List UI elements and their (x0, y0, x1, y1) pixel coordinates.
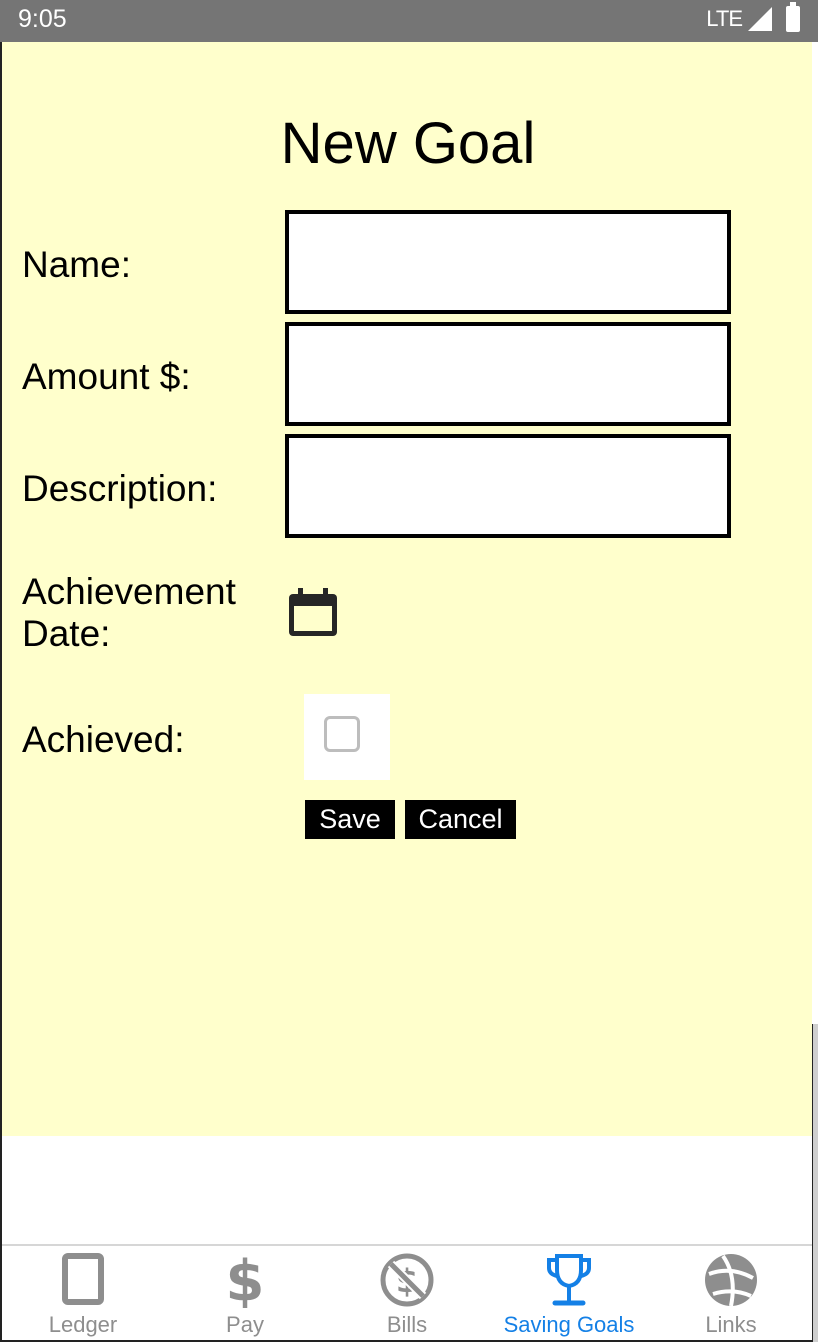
tab-saving-goals[interactable]: Saving Goals (488, 1246, 650, 1342)
name-input[interactable] (285, 210, 731, 314)
window-edge (812, 1024, 818, 1342)
tab-label: Ledger (48, 1312, 118, 1337)
cancel-button[interactable]: Cancel (405, 800, 516, 839)
tab-ledger[interactable]: Ledger (2, 1246, 164, 1342)
amount-input[interactable] (285, 322, 731, 426)
achievement-date-label-line2: Date: (22, 613, 111, 654)
amount-label: Amount $: (22, 356, 191, 397)
tab-label: Pay (226, 1312, 264, 1337)
trophy-icon (547, 1254, 591, 1306)
tab-pay[interactable]: $ Pay (164, 1246, 326, 1342)
achieved-checkbox-area[interactable] (304, 694, 390, 780)
signal-icon (748, 7, 772, 31)
tab-links[interactable]: Links (650, 1246, 812, 1342)
description-label: Description: (22, 468, 218, 509)
tab-label: Links (705, 1312, 757, 1337)
achievement-date-label-line1: Achievement (22, 571, 236, 612)
dollar-icon: $ (226, 1252, 265, 1308)
page-title: New Goal (280, 111, 536, 176)
bottom-tab-bar: Ledger $ Pay $ Bills Saving Goals (2, 1244, 812, 1340)
achieved-label: Achieved: (22, 719, 185, 760)
description-input[interactable] (285, 434, 731, 538)
globe-icon (705, 1254, 757, 1307)
achieved-checkbox[interactable] (324, 716, 360, 752)
tablet-icon (62, 1253, 104, 1305)
tab-bills[interactable]: $ Bills (326, 1246, 488, 1342)
tab-label: Saving Goals (503, 1312, 635, 1337)
network-type: LTE (706, 6, 743, 31)
svg-text:$: $ (226, 1252, 265, 1308)
name-label: Name: (22, 244, 131, 285)
status-time: 9:05 (18, 5, 67, 33)
tab-label: Bills (386, 1312, 428, 1337)
calendar-icon[interactable] (287, 586, 339, 638)
battery-icon (786, 2, 800, 32)
no-dollar-icon: $ (380, 1253, 434, 1307)
save-button[interactable]: Save (305, 800, 395, 839)
status-bar: 9:05 LTE (0, 0, 818, 42)
status-icons: LTE (706, 2, 800, 32)
